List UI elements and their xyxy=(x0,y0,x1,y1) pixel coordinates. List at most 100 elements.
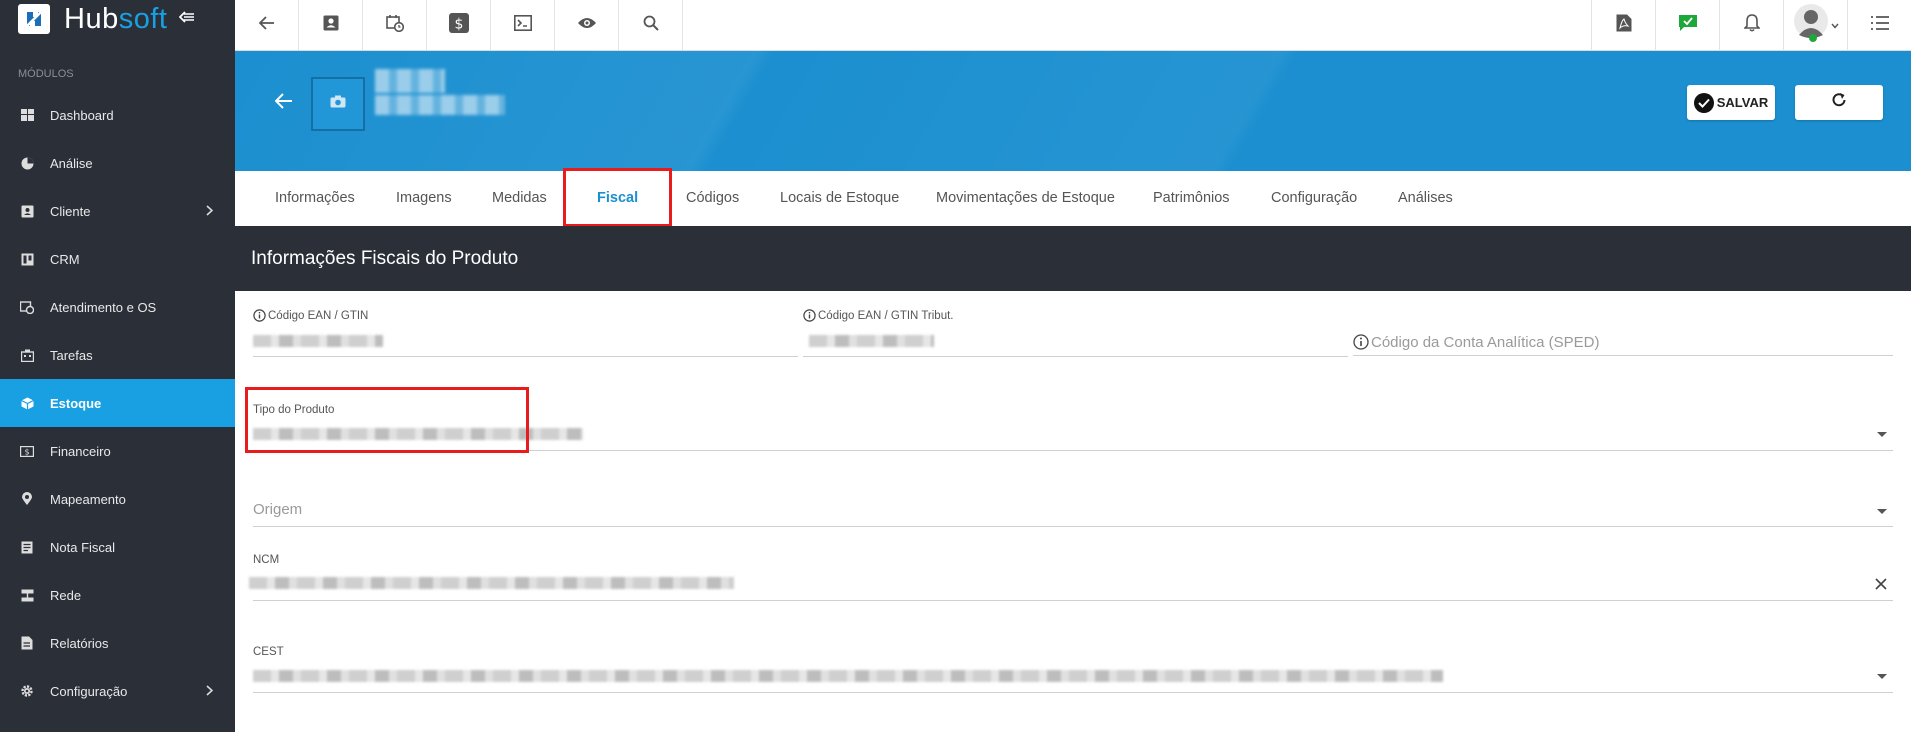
info-icon xyxy=(803,309,816,322)
refresh-button[interactable] xyxy=(1795,85,1883,120)
sidebar-nav: Dashboard Análise Cliente CRM Atendiment… xyxy=(0,91,235,715)
sidebar-item-analise[interactable]: Análise xyxy=(0,139,235,187)
sidebar-item-dashboard[interactable]: Dashboard xyxy=(0,91,235,139)
collapse-menu-icon[interactable] xyxy=(179,10,195,28)
origem-select[interactable]: Origem xyxy=(253,501,1893,527)
highlight-box-fiscal-tab xyxy=(563,168,672,227)
chevron-right-icon xyxy=(206,684,214,699)
save-label: SALVAR xyxy=(1716,95,1769,110)
cest-select[interactable]: CEST xyxy=(253,646,1893,686)
invoice-icon xyxy=(20,540,34,554)
crm-icon xyxy=(20,252,34,266)
user-menu-button[interactable] xyxy=(1783,0,1847,50)
arrow-left-icon[interactable] xyxy=(274,93,293,114)
logo-bar: Hubsoft xyxy=(0,0,235,38)
sidebar-item-label: CRM xyxy=(50,251,80,267)
ean-trib-field[interactable]: Código EAN / GTIN Tribut. xyxy=(803,309,1348,349)
ean-trib-label: Código EAN / GTIN Tribut. xyxy=(818,309,954,322)
arrow-left-icon xyxy=(258,15,275,35)
chevron-right-icon xyxy=(206,204,214,219)
clear-icon[interactable] xyxy=(1875,577,1887,595)
tab-movimentacoes-de-estoque[interactable]: Movimentações de Estoque xyxy=(936,171,1115,226)
sidebar-item-nota-fiscal[interactable]: Nota Fiscal xyxy=(0,523,235,571)
search-button[interactable] xyxy=(619,0,683,50)
tab-imagens[interactable]: Imagens xyxy=(396,171,452,226)
redacted-ncm-value xyxy=(249,577,734,589)
tab-patrimonios[interactable]: Patrimônios xyxy=(1153,171,1230,226)
camera-icon xyxy=(330,95,346,113)
sidebar-item-label: Mapeamento xyxy=(50,491,126,507)
terminal-button[interactable] xyxy=(491,0,555,50)
sidebar-item-configuracao[interactable]: Configuração xyxy=(0,667,235,715)
redacted-product-name xyxy=(375,69,445,93)
menu-list-button[interactable] xyxy=(1847,0,1911,50)
gear-icon xyxy=(20,684,34,698)
redacted-ean-trib-value xyxy=(809,335,934,347)
redacted-ean-value xyxy=(253,335,383,347)
box-icon xyxy=(20,396,34,410)
sidebar-item-label: Rede xyxy=(50,587,82,603)
origem-placeholder: Origem xyxy=(253,501,303,518)
sidebar-item-mapeamento[interactable]: Mapeamento xyxy=(0,475,235,523)
sidebar-item-financeiro[interactable]: $ Financeiro xyxy=(0,427,235,475)
sidebar-item-label: Atendimento e OS xyxy=(50,299,157,315)
ncm-underline xyxy=(253,600,1893,601)
view-button[interactable] xyxy=(555,0,619,50)
redacted-product-code xyxy=(375,95,505,115)
eye-icon xyxy=(577,16,597,35)
report-icon xyxy=(20,636,34,650)
sidebar-item-crm[interactable]: CRM xyxy=(0,235,235,283)
tab-analises[interactable]: Análises xyxy=(1398,171,1453,226)
hubsoft-logo-icon[interactable] xyxy=(18,4,50,34)
sidebar-item-estoque[interactable]: Estoque xyxy=(0,379,235,427)
fiscal-form: Código EAN / GTIN Código EAN / GTIN Trib… xyxy=(235,291,1911,732)
tab-medidas[interactable]: Medidas xyxy=(492,171,547,226)
conta-analitica-placeholder: Código da Conta Analítica (SPED) xyxy=(1371,333,1600,351)
ean-field[interactable]: Código EAN / GTIN xyxy=(253,309,798,349)
map-pin-icon xyxy=(20,492,34,506)
ean-label-row: Código EAN / GTIN xyxy=(253,309,798,322)
info-icon xyxy=(1353,334,1369,350)
tab-informacoes[interactable]: Informações xyxy=(275,171,355,226)
contact-card-icon xyxy=(20,204,34,218)
conta-analitica-field[interactable]: Código da Conta Analítica (SPED) xyxy=(1353,331,1893,353)
product-tabs: Informações Imagens Medidas Fiscal Códig… xyxy=(235,171,1911,226)
notifications-button[interactable] xyxy=(1719,0,1783,50)
terminal-icon xyxy=(513,14,532,36)
sidebar-item-cliente[interactable]: Cliente xyxy=(0,187,235,235)
tab-locais-de-estoque[interactable]: Locais de Estoque xyxy=(780,171,899,226)
sidebar-item-label: Relatórios xyxy=(50,635,109,651)
ean-trib-label-row: Código EAN / GTIN Tribut. xyxy=(803,309,1348,322)
sidebar-item-label: Cliente xyxy=(50,203,91,219)
pie-chart-icon xyxy=(20,156,34,170)
chat-button[interactable] xyxy=(1655,0,1719,50)
ean-trib-underline xyxy=(803,356,1348,357)
chevron-down-icon xyxy=(1830,16,1839,34)
sidebar-item-relatorios[interactable]: Relatórios xyxy=(0,619,235,667)
pdf-button[interactable] xyxy=(1591,0,1655,50)
sidebar-item-rede[interactable]: Rede xyxy=(0,571,235,619)
sidebar-item-tarefas[interactable]: Tarefas xyxy=(0,331,235,379)
highlight-box-tipo-produto xyxy=(245,387,529,453)
schedule-button[interactable] xyxy=(363,0,427,50)
financial-button[interactable]: $ xyxy=(427,0,491,50)
sidebar-item-atendimento[interactable]: Atendimento e OS xyxy=(0,283,235,331)
back-button[interactable] xyxy=(235,0,299,50)
tab-configuracao[interactable]: Configuração xyxy=(1271,171,1357,226)
search-icon xyxy=(643,15,659,36)
sidebar-item-label: Nota Fiscal xyxy=(50,539,116,555)
sidebar-item-label: Configuração xyxy=(50,683,128,699)
contact-button[interactable] xyxy=(299,0,363,50)
product-header: SALVAR xyxy=(235,51,1911,171)
money-icon: $ xyxy=(20,444,34,458)
ncm-field[interactable]: NCM xyxy=(249,554,1893,595)
list-icon xyxy=(1870,15,1889,35)
logo-soft: soft xyxy=(118,2,168,35)
ean-underline xyxy=(253,356,798,357)
sidebar-item-label: Estoque xyxy=(50,395,102,411)
product-photo[interactable] xyxy=(311,77,365,131)
save-button[interactable]: SALVAR xyxy=(1687,85,1775,120)
sidebar-item-label: Dashboard xyxy=(50,107,114,123)
tab-codigos[interactable]: Códigos xyxy=(686,171,739,226)
conta-analitica-underline xyxy=(1353,355,1893,356)
